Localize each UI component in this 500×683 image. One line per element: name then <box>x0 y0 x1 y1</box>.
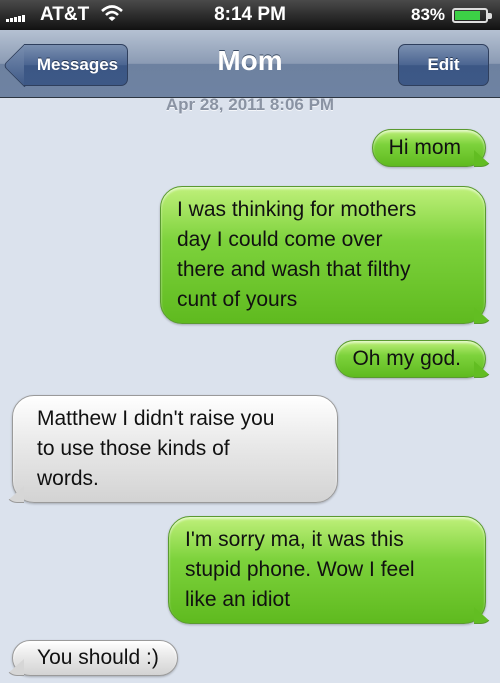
status-bar: AT&T 8:14 PM 83% <box>0 0 500 30</box>
sent-message-bubble[interactable]: I was thinking for mothers day I could c… <box>160 186 486 324</box>
message-text: You should :) <box>37 646 159 669</box>
message-text: I was thinking for mothers day I could c… <box>177 198 417 311</box>
battery-percent: 83% <box>411 5 446 24</box>
message-text: Matthew I didn't raise you to use those … <box>37 407 275 490</box>
conversation-title: Mom <box>217 45 283 76</box>
sent-message-bubble[interactable]: Hi mom <box>371 129 486 167</box>
received-message-bubble[interactable]: Matthew I didn't raise you to use those … <box>12 395 338 503</box>
message-timestamp: Apr 28, 2011 8:06 PM <box>165 95 335 114</box>
battery-fill <box>455 11 480 20</box>
battery-icon <box>452 8 492 23</box>
message-text: Oh my god. <box>352 347 461 370</box>
sent-message-bubble[interactable]: I'm sorry ma, it was this stupid phone. … <box>168 516 486 624</box>
received-message-bubble[interactable]: You should :) <box>12 640 178 676</box>
nav-bar: Messages Mom Edit <box>0 30 500 98</box>
messages-back-button[interactable]: Messages <box>24 44 128 86</box>
message-text: Hi mom <box>388 136 461 159</box>
edit-button[interactable]: Edit <box>398 44 489 86</box>
message-text: I'm sorry ma, it was this stupid phone. … <box>185 528 415 611</box>
sent-message-bubble[interactable]: Oh my god. <box>335 340 486 378</box>
